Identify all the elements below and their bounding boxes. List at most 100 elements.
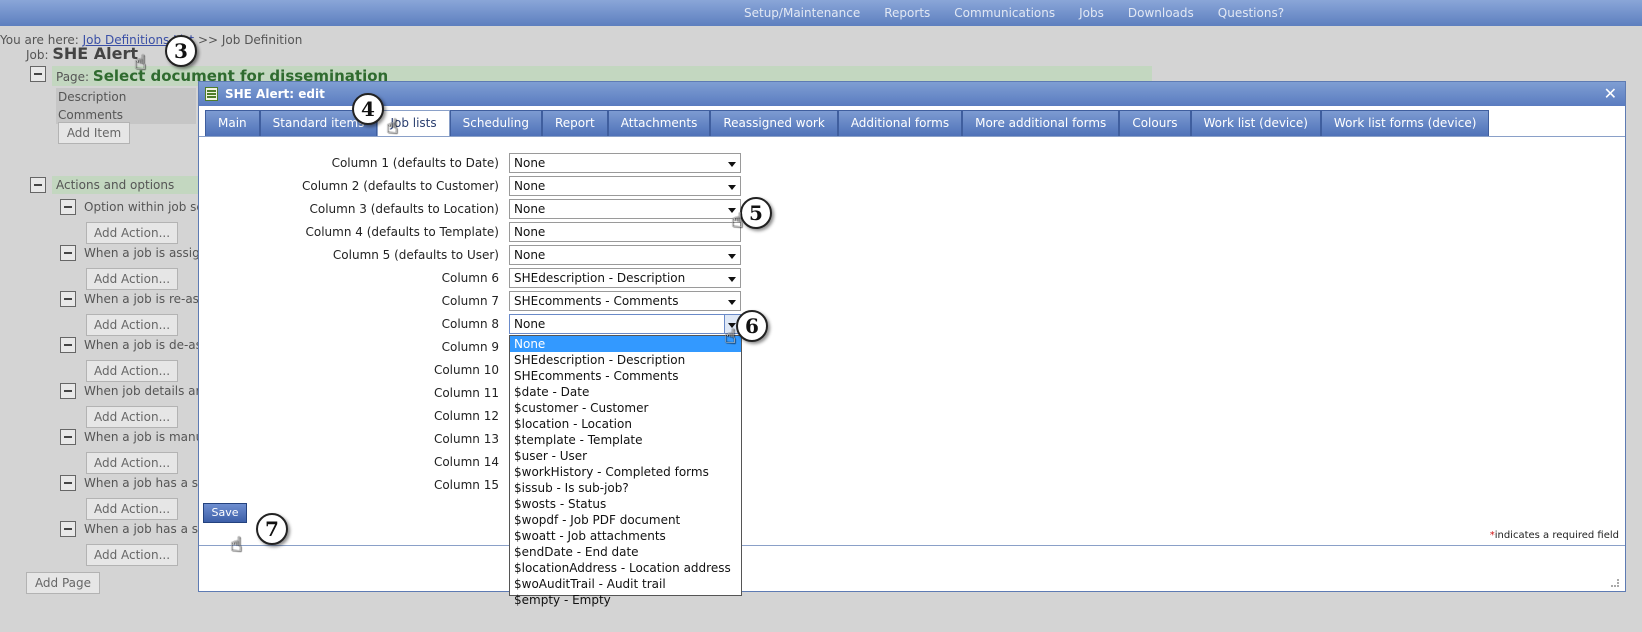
add-action-button[interactable]: Add Action...	[86, 222, 178, 244]
dropdown-option[interactable]: $endDate - End date	[510, 544, 741, 560]
dropdown-option[interactable]: $customer - Customer	[510, 400, 741, 416]
action-title: When a job is assig	[84, 246, 200, 260]
column-2-select[interactable]: None	[509, 176, 741, 196]
dropdown-option[interactable]: SHEcomments - Comments	[510, 368, 741, 384]
column-5-select[interactable]: None	[509, 245, 741, 265]
action-title: Option within job sc	[84, 200, 200, 214]
column-3-select[interactable]: None	[509, 199, 741, 219]
add-action-button[interactable]: Add Action...	[86, 314, 178, 336]
nav-communications[interactable]: Communications	[954, 6, 1055, 20]
column-14-label: Column 14	[433, 455, 499, 469]
collapse-action-icon[interactable]	[60, 337, 76, 353]
collapse-action-icon[interactable]	[60, 383, 76, 399]
column-8-label: Column 8	[441, 317, 499, 331]
action-title: When a job has a s	[84, 522, 198, 536]
column-1-label: Column 1 (defaults to Date)	[331, 156, 499, 170]
add-action-button[interactable]: Add Action...	[86, 268, 178, 290]
step-marker-5: 5	[740, 197, 772, 229]
add-page-button[interactable]: Add Page	[26, 572, 100, 594]
dropdown-option[interactable]: $date - Date	[510, 384, 741, 400]
tab-scheduling[interactable]: Scheduling	[449, 110, 542, 136]
dropdown-option[interactable]: SHEdescription - Description	[510, 352, 741, 368]
dropdown-option[interactable]: None	[510, 336, 741, 352]
tab-report[interactable]: Report	[541, 110, 608, 136]
collapse-actions-icon[interactable]	[30, 177, 46, 193]
column-6-value: SHEdescription - Description	[514, 271, 686, 285]
nav-jobs[interactable]: Jobs	[1079, 6, 1104, 20]
breadcrumb-separator: >>	[197, 33, 219, 47]
page-label: Page:	[56, 70, 90, 84]
collapse-action-icon[interactable]	[60, 245, 76, 261]
column-3-value: None	[514, 202, 546, 216]
dropdown-option[interactable]: $template - Template	[510, 432, 741, 448]
column-1-select[interactable]: None	[509, 153, 741, 173]
add-action-button[interactable]: Add Action...	[86, 544, 178, 566]
tab-work-list-forms-device[interactable]: Work list forms (device)	[1320, 110, 1490, 136]
job-title: Job: SHE Alert	[26, 44, 138, 63]
dropdown-option[interactable]: $user - User	[510, 448, 741, 464]
tab-work-list-device[interactable]: Work list (device)	[1190, 110, 1321, 136]
hand-cursor-icon: ☝	[134, 50, 147, 74]
collapse-action-icon[interactable]	[60, 521, 76, 537]
column-2-label: Column 2 (defaults to Customer)	[301, 179, 499, 193]
add-action-button[interactable]: Add Action...	[86, 498, 178, 520]
dropdown-option[interactable]: $locationAddress - Location address	[510, 560, 741, 576]
page-item-description[interactable]: Description	[56, 88, 196, 106]
resize-grip-icon[interactable]	[1611, 579, 1619, 587]
action-title: When a job has a s	[84, 476, 198, 490]
top-navigation-bar: Setup/Maintenance Reports Communications…	[0, 0, 1642, 26]
close-icon[interactable]: ✕	[1604, 82, 1617, 106]
add-action-button[interactable]: Add Action...	[86, 360, 178, 382]
tab-attachments[interactable]: Attachments	[607, 110, 711, 136]
tab-reassigned-work[interactable]: Reassigned work	[710, 110, 838, 136]
dropdown-option[interactable]: $workHistory - Completed forms	[510, 464, 741, 480]
dropdown-option[interactable]: $location - Location	[510, 416, 741, 432]
dropdown-option[interactable]: $wopdf - Job PDF document	[510, 512, 741, 528]
hand-cursor-icon: ☝	[724, 324, 737, 348]
tab-main[interactable]: Main	[205, 110, 260, 136]
column-7-select[interactable]: SHEcomments - Comments	[509, 291, 741, 311]
column-12-label: Column 12	[433, 409, 499, 423]
dialog-title-bar[interactable]: SHE Alert: edit ✕	[199, 82, 1625, 106]
column-4-label: Column 4 (defaults to Template)	[305, 225, 500, 239]
add-action-button[interactable]: Add Action...	[86, 452, 178, 474]
dropdown-option[interactable]: $wosts - Status	[510, 496, 741, 512]
dropdown-option[interactable]: $issub - Is sub-job?	[510, 480, 741, 496]
nav-setup-maintenance[interactable]: Setup/Maintenance	[744, 6, 860, 20]
form-icon	[205, 87, 218, 101]
dropdown-option[interactable]: $woatt - Job attachments	[510, 528, 741, 544]
column-11-label: Column 11	[433, 386, 499, 400]
dropdown-option[interactable]: $woAuditTrail - Audit trail	[510, 576, 741, 592]
column-6-select[interactable]: SHEdescription - Description	[509, 268, 741, 288]
column-8-select[interactable]: None	[509, 314, 741, 334]
column-15-label: Column 15	[433, 478, 499, 492]
tab-divider	[199, 136, 1625, 137]
action-title: When a job is re-as	[84, 292, 199, 306]
collapse-action-icon[interactable]	[60, 429, 76, 445]
required-note-text: indicates a required field	[1494, 530, 1619, 541]
collapse-action-icon[interactable]	[60, 475, 76, 491]
step-marker-3: 3	[165, 35, 197, 67]
column-4-select[interactable]: None	[509, 222, 741, 242]
job-label: Job:	[26, 48, 49, 62]
collapse-action-icon[interactable]	[60, 199, 76, 215]
tab-more-additional-forms[interactable]: More additional forms	[962, 110, 1120, 136]
add-item-button[interactable]: Add Item	[58, 122, 130, 144]
nav-reports[interactable]: Reports	[884, 6, 930, 20]
collapse-page-icon[interactable]	[30, 66, 46, 82]
save-button[interactable]: Save	[203, 503, 247, 523]
column-7-label: Column 7	[441, 294, 499, 308]
nav-questions[interactable]: Questions?	[1218, 6, 1284, 20]
step-marker-7: 7	[256, 513, 288, 545]
action-title: When job details ar	[84, 384, 200, 398]
dropdown-option[interactable]: $empty - Empty	[510, 592, 741, 608]
collapse-action-icon[interactable]	[60, 291, 76, 307]
tab-additional-forms[interactable]: Additional forms	[837, 110, 963, 136]
chevron-down-icon	[728, 162, 736, 167]
add-action-button[interactable]: Add Action...	[86, 406, 178, 428]
tab-colours[interactable]: Colours	[1119, 110, 1191, 136]
nav-downloads[interactable]: Downloads	[1128, 6, 1194, 20]
column-7-value: SHEcomments - Comments	[514, 294, 679, 308]
column-8-dropdown-list: None SHEdescription - Description SHEcom…	[509, 335, 742, 607]
job-name[interactable]: SHE Alert	[52, 44, 138, 63]
